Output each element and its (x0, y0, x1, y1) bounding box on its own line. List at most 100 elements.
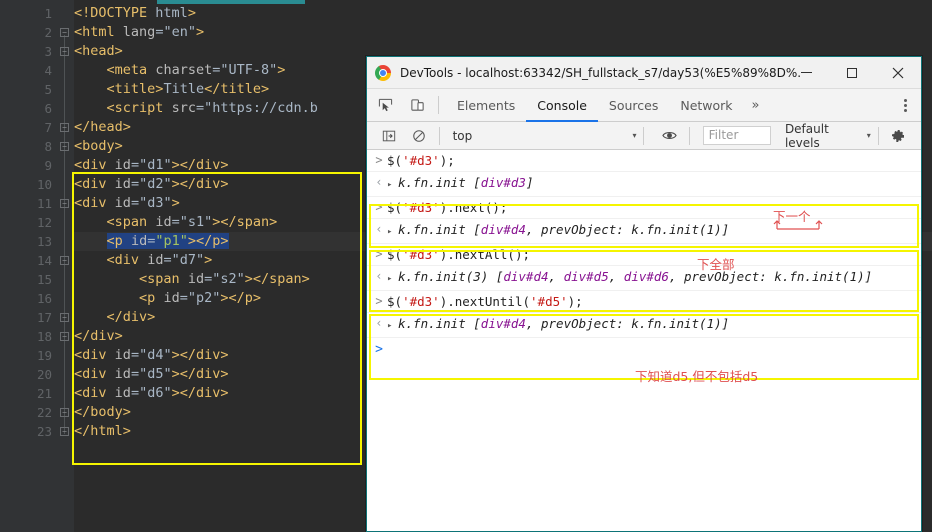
code-line[interactable]: <p id="p2"></p> (74, 289, 261, 308)
disclosure-triangle-icon[interactable]: ▸ (387, 177, 398, 194)
fold-guide (64, 263, 65, 320)
code-line[interactable]: </body> (74, 403, 131, 422)
input-marker-icon: > (375, 153, 383, 167)
filter-input[interactable]: Filter (702, 126, 771, 145)
devtools-tab-bar[interactable]: Elements Console Sources Network » (367, 89, 921, 122)
disclosure-triangle-icon[interactable]: ▸ (387, 318, 398, 335)
line-number: 21 (36, 386, 52, 401)
editor-fold-column[interactable]: − − − − − − − − − − (58, 0, 74, 532)
console-output-row[interactable]: ‹ ▸ k.fn.init [div#d3] (367, 172, 921, 197)
code-line[interactable]: <script src="https://cdn.b (74, 99, 318, 118)
console-input-row[interactable]: > $('#d3').nextAll(); (367, 244, 921, 266)
code-line[interactable]: <span id="s2"></span> (74, 270, 310, 289)
code-line[interactable]: </html> (74, 422, 131, 441)
fold-toggle[interactable]: − (60, 28, 69, 37)
inspect-cursor-icon (378, 98, 393, 111)
output-marker-icon: ‹ (375, 222, 383, 236)
fold-guide (64, 54, 65, 130)
line-number: 9 (44, 158, 52, 173)
execution-context-value: top (452, 128, 473, 143)
fold-toggle[interactable]: − (60, 199, 69, 208)
line-number: 15 (36, 272, 52, 287)
console-output-row[interactable]: ‹ ▸ k.fn.init(3) [div#d4, div#d5, div#d6, … (367, 266, 921, 291)
execution-context-select[interactable]: top ▾ (453, 129, 637, 143)
console-settings-button[interactable] (886, 122, 911, 149)
gear-icon (892, 129, 905, 142)
console-result: ▸ k.fn.init [div#d4, prevObject: k.fn.ini… (387, 221, 729, 241)
line-number: 5 (44, 82, 52, 97)
console-toolbar[interactable]: top ▾ Filter Default levels ▾ (367, 122, 921, 150)
fold-toggle[interactable]: − (60, 313, 69, 322)
code-line[interactable]: <html lang="en"> (74, 23, 204, 42)
code-line[interactable]: <div id="d5"></div> (74, 365, 229, 384)
console-input-row[interactable]: > $('#d3').next(); (367, 197, 921, 219)
console-output[interactable]: > $('#d3'); ‹ ▸ k.fn.init [div#d3] > $('#d3').… (367, 150, 921, 531)
console-output-row[interactable]: ‹ ▸ k.fn.init [div#d4, prevObject: k.fn.in… (367, 219, 921, 244)
chevron-down-icon-levels: ▾ (866, 131, 871, 140)
chevron-down-icon: ▾ (632, 131, 637, 140)
line-number: 19 (36, 348, 52, 363)
line-number: 16 (36, 291, 52, 306)
devtools-window[interactable]: DevTools - localhost:63342/SH_fullstack_… (366, 56, 922, 532)
tab-console[interactable]: Console (526, 89, 598, 122)
code-line[interactable]: <div id="d4"></div> (74, 346, 229, 365)
prompt-caret-icon: > (375, 342, 383, 357)
console-result: ▸ k.fn.init [div#d3] (387, 174, 533, 194)
fold-toggle[interactable]: − (60, 332, 69, 341)
tab-sources[interactable]: Sources (598, 89, 669, 122)
inspect-element-button[interactable] (372, 92, 399, 119)
input-marker-icon: > (375, 294, 383, 308)
code-line[interactable]: <body> (74, 137, 123, 156)
annotation-arrow-icon (773, 220, 825, 232)
fold-toggle[interactable]: − (60, 123, 69, 132)
console-prompt[interactable]: > (367, 338, 921, 361)
output-marker-icon: ‹ (375, 316, 383, 330)
code-line[interactable]: <div id="d3"> (74, 194, 180, 213)
live-expression-button[interactable] (656, 122, 681, 149)
code-line[interactable]: <title>Title</title> (74, 80, 270, 99)
devtools-menu-button[interactable] (895, 95, 915, 115)
console-expression: $('#d3'); (387, 153, 455, 168)
tab-network[interactable]: Network (669, 89, 743, 122)
console-input-row[interactable]: > $('#d3'); (367, 150, 921, 172)
fold-toggle[interactable]: − (60, 47, 69, 56)
line-number: 22 (36, 405, 52, 420)
line-number: 17 (36, 310, 52, 325)
fold-toggle[interactable]: − (60, 256, 69, 265)
console-output-row[interactable]: ‹ ▸ k.fn.init [div#d4, prevObject: k.fn.in… (367, 313, 921, 338)
tab-elements[interactable]: Elements (446, 89, 526, 122)
code-line[interactable]: <p id="p1"></p> (74, 232, 229, 251)
clear-console-button[interactable] (406, 122, 431, 149)
device-toolbar-button[interactable] (404, 92, 431, 119)
output-marker-icon: ‹ (375, 269, 383, 283)
input-marker-icon: > (375, 247, 383, 261)
line-number: 14 (36, 253, 52, 268)
code-line[interactable]: </head> (74, 118, 131, 137)
code-line[interactable]: <div id="d1"></div> (74, 156, 229, 175)
code-line[interactable]: <span id="s1"></span> (74, 213, 278, 232)
fold-toggle[interactable]: − (60, 427, 69, 436)
code-line[interactable]: <!DOCTYPE html> (74, 4, 196, 23)
code-line[interactable]: <meta charset="UTF-8"> (74, 61, 286, 80)
line-number: 11 (36, 196, 52, 211)
code-line[interactable]: <div id="d2"></div> (74, 175, 229, 194)
minimize-button[interactable] (783, 57, 829, 88)
fold-toggle[interactable]: − (60, 408, 69, 417)
disclosure-triangle-icon[interactable]: ▸ (387, 271, 398, 288)
maximize-button[interactable] (829, 57, 875, 88)
log-levels-select[interactable]: Default levels ▾ (785, 122, 871, 150)
close-icon (892, 67, 904, 78)
close-button[interactable] (875, 57, 921, 88)
console-input-row[interactable]: > $('#d3').nextUntil('#d5'); (367, 291, 921, 313)
code-line[interactable]: <head> (74, 42, 123, 61)
code-line[interactable]: <div id="d6"></div> (74, 384, 229, 403)
disclosure-triangle-icon[interactable]: ▸ (387, 224, 398, 241)
devtools-title-bar[interactable]: DevTools - localhost:63342/SH_fullstack_… (367, 57, 921, 89)
editor-gutter[interactable]: 1 2 3 4 5 6 7 8 9 10 11 12 13 14 15 16 17 18 19 20 21 22 23 (0, 0, 58, 532)
more-tabs-button[interactable]: » (744, 89, 768, 122)
fold-toggle[interactable]: − (60, 142, 69, 151)
console-sidebar-button[interactable] (376, 122, 401, 149)
code-line[interactable]: <div id="d7"> (74, 251, 213, 270)
code-line[interactable]: </div> (74, 308, 156, 327)
code-line[interactable]: </div> (74, 327, 123, 346)
